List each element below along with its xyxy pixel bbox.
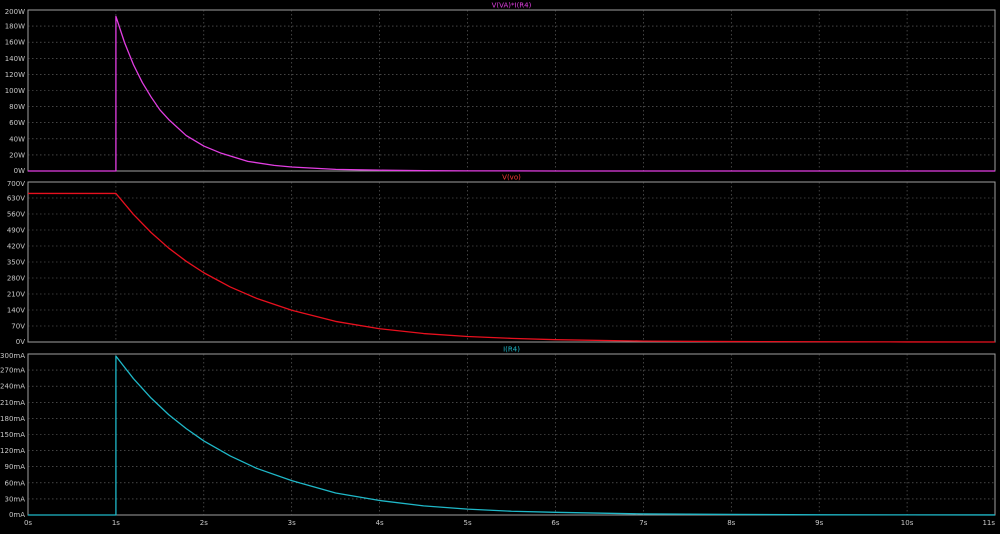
y-tick-label: 60mA xyxy=(4,479,25,487)
x-tick-label: 11s xyxy=(982,519,995,527)
y-tick-label: 140W xyxy=(5,55,25,63)
y-tick-label: 0W xyxy=(14,167,25,175)
y-tick-label: 30mA xyxy=(4,495,25,503)
y-tick-label: 700V xyxy=(7,180,25,188)
y-tick-label: 420V xyxy=(7,243,25,251)
y-tick-label: 40W xyxy=(9,135,25,143)
y-tick-label: 210V xyxy=(7,291,25,299)
y-tick-label: 300mA xyxy=(0,352,25,360)
y-tick-label: 490V xyxy=(7,227,25,235)
y-tick-label: 80W xyxy=(9,103,25,111)
x-tick-label: 8s xyxy=(727,519,735,527)
y-tick-label: 210mA xyxy=(0,399,25,407)
y-tick-label: 0mA xyxy=(9,511,25,519)
x-tick-label: 10s xyxy=(901,519,914,527)
y-tick-label: 150mA xyxy=(0,431,25,439)
y-tick-label: 120W xyxy=(5,71,25,79)
trace-title: V(vo) xyxy=(502,174,521,182)
x-tick-label: 5s xyxy=(463,519,471,527)
y-tick-label: 180mA xyxy=(0,415,25,423)
y-tick-label: 20W xyxy=(9,151,25,159)
y-tick-label: 240mA xyxy=(0,383,25,391)
trace-title: I(R4) xyxy=(503,346,520,354)
y-tick-label: 70V xyxy=(11,323,25,331)
x-tick-label: 6s xyxy=(551,519,559,527)
x-tick-label: 4s xyxy=(376,519,384,527)
y-tick-label: 100W xyxy=(5,87,25,95)
x-tick-label: 1s xyxy=(112,519,120,527)
y-tick-label: 180W xyxy=(5,23,25,31)
trace-title: V(VA)*I(R4) xyxy=(492,2,532,10)
x-tick-label: 3s xyxy=(288,519,296,527)
y-tick-label: 630V xyxy=(7,195,25,203)
y-tick-label: 60W xyxy=(9,119,25,127)
y-tick-label: 200W xyxy=(5,8,25,16)
waveform-viewer: 0W 20W 40W 60W 80W 100W 120W 140W 160W 180W 200W V(… xyxy=(0,0,1000,529)
x-tick-label: 0s xyxy=(24,519,32,527)
x-tick-label: 9s xyxy=(815,519,823,527)
y-tick-label: 270mA xyxy=(0,367,25,375)
x-tick-label: 2s xyxy=(200,519,208,527)
y-tick-label: 90mA xyxy=(4,463,25,471)
y-tick-label: 140V xyxy=(7,307,25,315)
waveform-plots[interactable]: 0W 20W 40W 60W 80W 100W 120W 140W 160W 180W 200W V(… xyxy=(0,0,1000,529)
y-tick-label: 560V xyxy=(7,211,25,219)
y-tick-label: 160W xyxy=(5,39,25,47)
y-tick-label: 120mA xyxy=(0,447,25,455)
y-tick-label: 0V xyxy=(16,338,25,346)
y-tick-label: 350V xyxy=(7,259,25,267)
y-tick-label: 280V xyxy=(7,275,25,283)
x-tick-label: 7s xyxy=(639,519,647,527)
